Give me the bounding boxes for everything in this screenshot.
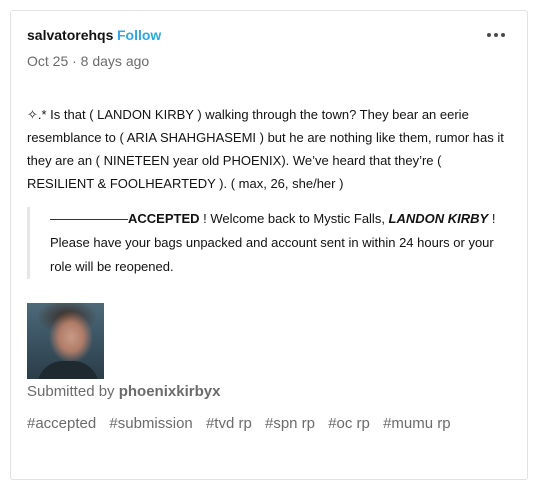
follow-button[interactable]: Follow xyxy=(117,27,161,43)
tag-list: #accepted #submission #tvd rp #spn rp #o… xyxy=(27,415,460,432)
reply-quote: ——————ACCEPTED ! Welcome back to Mystic … xyxy=(27,207,497,279)
submitted-prefix: Submitted by xyxy=(27,383,119,400)
username-link[interactable]: salvatorehqs xyxy=(27,27,113,43)
tag-link[interactable]: #tvd rp xyxy=(206,415,252,432)
tag-link[interactable]: #accepted xyxy=(27,415,96,432)
photo-shoulders xyxy=(37,361,99,379)
quote-accepted: ACCEPTED xyxy=(128,211,200,226)
tag-link[interactable]: #mumu rp xyxy=(383,415,451,432)
submitted-by: Submitted by phoenixkirbyx xyxy=(27,383,220,400)
quote-name: LANDON KIRBY xyxy=(388,211,489,226)
tag-link[interactable]: #spn rp xyxy=(265,415,315,432)
post-body-text: ✧.* Is that ( LANDON KIRBY ) walking thr… xyxy=(27,107,504,191)
post-date: Oct 25 · 8 days ago xyxy=(27,53,150,69)
submitter-link[interactable]: phoenixkirbyx xyxy=(119,383,221,400)
quote-line-prefix: —————— xyxy=(50,211,128,226)
post-header: salvatorehqs Follow Oct 25 · 8 days ago xyxy=(27,27,511,71)
ellipsis-icon[interactable] xyxy=(487,33,509,41)
quote-middle: ! Welcome back to Mystic Falls, xyxy=(199,211,389,226)
tag-link[interactable]: #oc rp xyxy=(328,415,370,432)
post-photo[interactable] xyxy=(27,303,104,379)
post-card: salvatorehqs Follow Oct 25 · 8 days ago … xyxy=(10,10,528,480)
tag-link[interactable]: #submission xyxy=(109,415,192,432)
